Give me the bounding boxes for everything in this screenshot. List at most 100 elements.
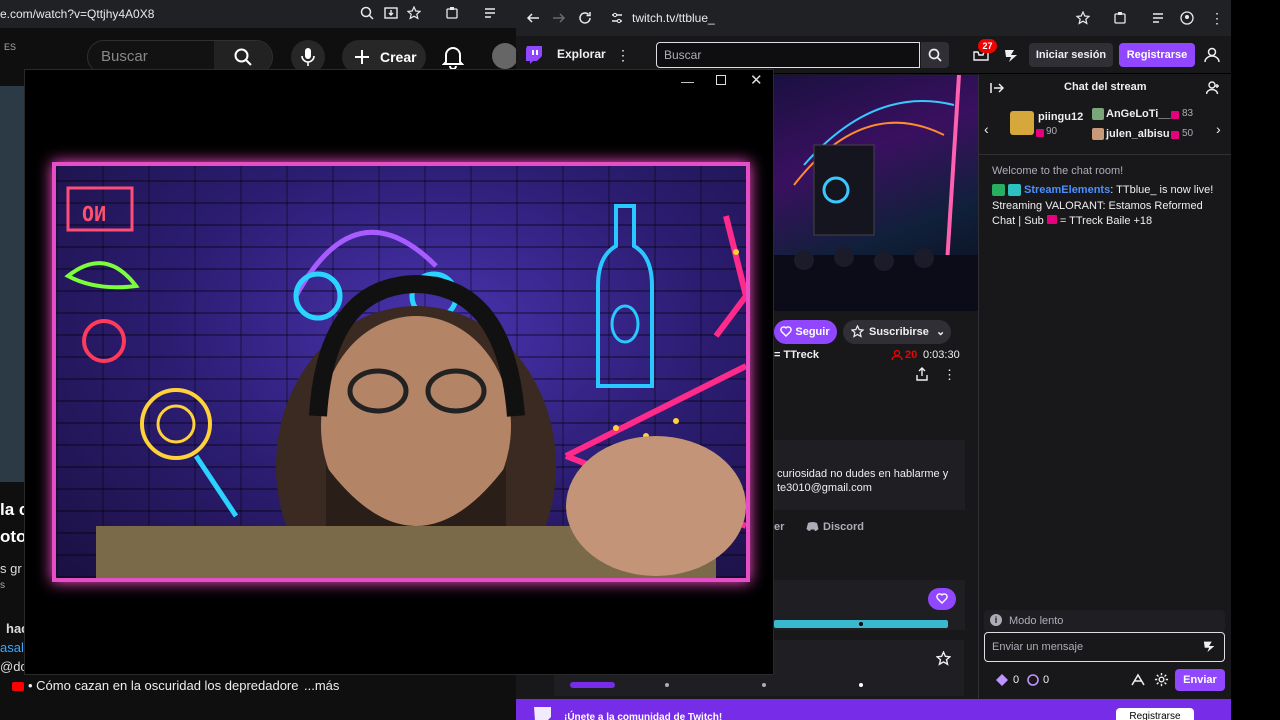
subscribe-label: Suscribirse [869,326,929,338]
follow-label: Seguir [795,326,830,338]
chat-message-author[interactable]: StreamElements [1024,184,1110,196]
login-button[interactable]: Iniciar sesión [1029,43,1113,67]
join-community-text: ¡Únete a la comunidad de Twitch! [564,712,723,720]
gift-icon [1171,111,1179,119]
bookmark-star-icon[interactable] [1076,11,1090,25]
emote-picker-icon[interactable] [1202,639,1218,653]
reload-icon[interactable] [578,11,592,25]
search-icon [928,48,942,62]
media-queue-icon[interactable] [484,6,500,22]
leaderboard-count: 83 [1182,108,1194,119]
leaderboard-count: 90 [1046,126,1058,137]
carousel-indicator-active[interactable] [570,682,615,688]
about-text-line: curiosidad no dudes en hablarme y [777,468,949,480]
drops-icon[interactable] [1027,674,1039,686]
twitch-search-button[interactable] [921,42,949,68]
footer-register-button[interactable]: Registrarse [1116,708,1194,720]
minimize-icon[interactable]: — [681,74,694,89]
gift-icon [1036,129,1044,137]
youtube-search-placeholder: Buscar [101,48,148,65]
share-icon[interactable] [915,367,929,381]
create-label: Crear [380,49,417,65]
extensions-icon[interactable] [1113,11,1127,25]
chevron-left-icon[interactable]: ‹ [984,121,989,137]
leaderboard-user[interactable]: AnGeLoTi__ [1106,108,1171,120]
discord-icon [806,521,819,532]
carousel-dot[interactable] [859,683,863,687]
twitch-url-bar[interactable]: twitch.tv/ttblue_ [632,11,715,25]
progress-marker [859,622,863,626]
chat-welcome-message: Welcome to the chat room! [992,165,1124,177]
profile-icon[interactable] [1180,11,1194,25]
avatar[interactable] [492,43,518,69]
browser-menu-icon[interactable]: ⋮ [1210,10,1224,27]
neon-wall-artwork [64,186,746,578]
star-icon[interactable] [936,651,951,666]
turbo-icon[interactable] [1003,47,1021,63]
youtube-thumbnail-fragment[interactable] [0,86,24,482]
notifications-bell-icon[interactable] [442,45,464,69]
social-link-fragment[interactable]: er [774,521,784,533]
star-icon [851,325,864,338]
desktop-background [1231,0,1280,720]
leaderboard-user[interactable]: piingu12 [1038,111,1083,123]
leaderboard-count: 50 [1182,128,1194,139]
gear-icon[interactable] [1154,672,1169,687]
youtube-link-fragment[interactable]: asal [0,640,24,655]
stream-video-player[interactable] [774,75,978,311]
heart-button[interactable] [928,588,956,610]
bookmark-star-icon[interactable] [407,6,423,22]
more-menu-icon[interactable]: ⋮ [616,47,630,64]
maximize-icon[interactable] [716,75,726,85]
microphone-icon [301,48,315,66]
extensions-icon[interactable] [445,6,461,22]
chevron-down-icon: ⌄ [935,326,946,338]
carousel-dot[interactable] [762,683,766,687]
close-icon[interactable]: ✕ [750,71,763,89]
explore-link[interactable]: Explorar [557,47,606,61]
youtube-url-bar[interactable]: e.com/watch?v=Qttjhy4A0X8 [0,7,154,21]
collapse-chat-icon[interactable] [990,82,1004,94]
zoom-icon[interactable] [360,6,376,22]
youtube-meta-fragment: s [0,580,5,591]
gift-icon [1046,215,1057,224]
stream-uptime: 0:03:30 [923,349,960,361]
install-icon[interactable] [384,6,400,22]
leaderboard-user[interactable]: julen_albisu [1106,128,1170,140]
channel-points-icon[interactable] [996,674,1008,686]
send-button[interactable]: Enviar [1175,669,1225,691]
media-queue-icon[interactable] [1152,11,1166,25]
youtube-video-title-fragment[interactable]: oto [0,527,26,547]
youtube-text-fragment: s gr [0,561,22,576]
chat-message-suffix: = TTreck Baile +18 [1059,215,1153,227]
plus-icon [355,50,369,64]
twitch-logo-icon[interactable] [524,45,544,65]
drops-value: 0 [1043,674,1050,686]
viewer-count: 20 [905,349,918,361]
search-icon [234,48,252,66]
notification-count-badge: 27 [978,39,997,53]
youtube-description: • Cómo cazan en la oscuridad los depreda… [28,678,299,693]
site-info-icon[interactable] [610,11,624,25]
chat-input-placeholder: Enviar un mensaje [992,641,1084,653]
discord-link[interactable]: Discord [823,521,864,533]
stream-category[interactable]: = TTreck [774,349,819,361]
user-menu-icon[interactable] [1204,47,1220,63]
carousel-dot[interactable] [665,683,669,687]
description-more-link[interactable]: ...más [304,678,339,693]
forward-arrow-icon[interactable] [552,11,566,25]
bits-icon[interactable] [1130,673,1146,687]
channel-options-icon[interactable]: ⋮ [943,367,956,383]
back-arrow-icon[interactable] [526,11,540,25]
chevron-right-icon[interactable]: › [1216,121,1221,137]
slow-mode-label: Modo lento [1009,615,1064,627]
gift-icon [1010,111,1034,135]
heart-icon [780,326,792,337]
community-users-icon[interactable] [1206,81,1221,95]
about-email: te3010@gmail.com [777,482,872,494]
viewers-icon [891,349,903,361]
gift-icon [1171,131,1179,139]
register-button[interactable]: Registrarse [1119,43,1195,67]
webcam-overlay-frame: NO [52,162,750,582]
youtube-logo-icon [12,682,24,691]
